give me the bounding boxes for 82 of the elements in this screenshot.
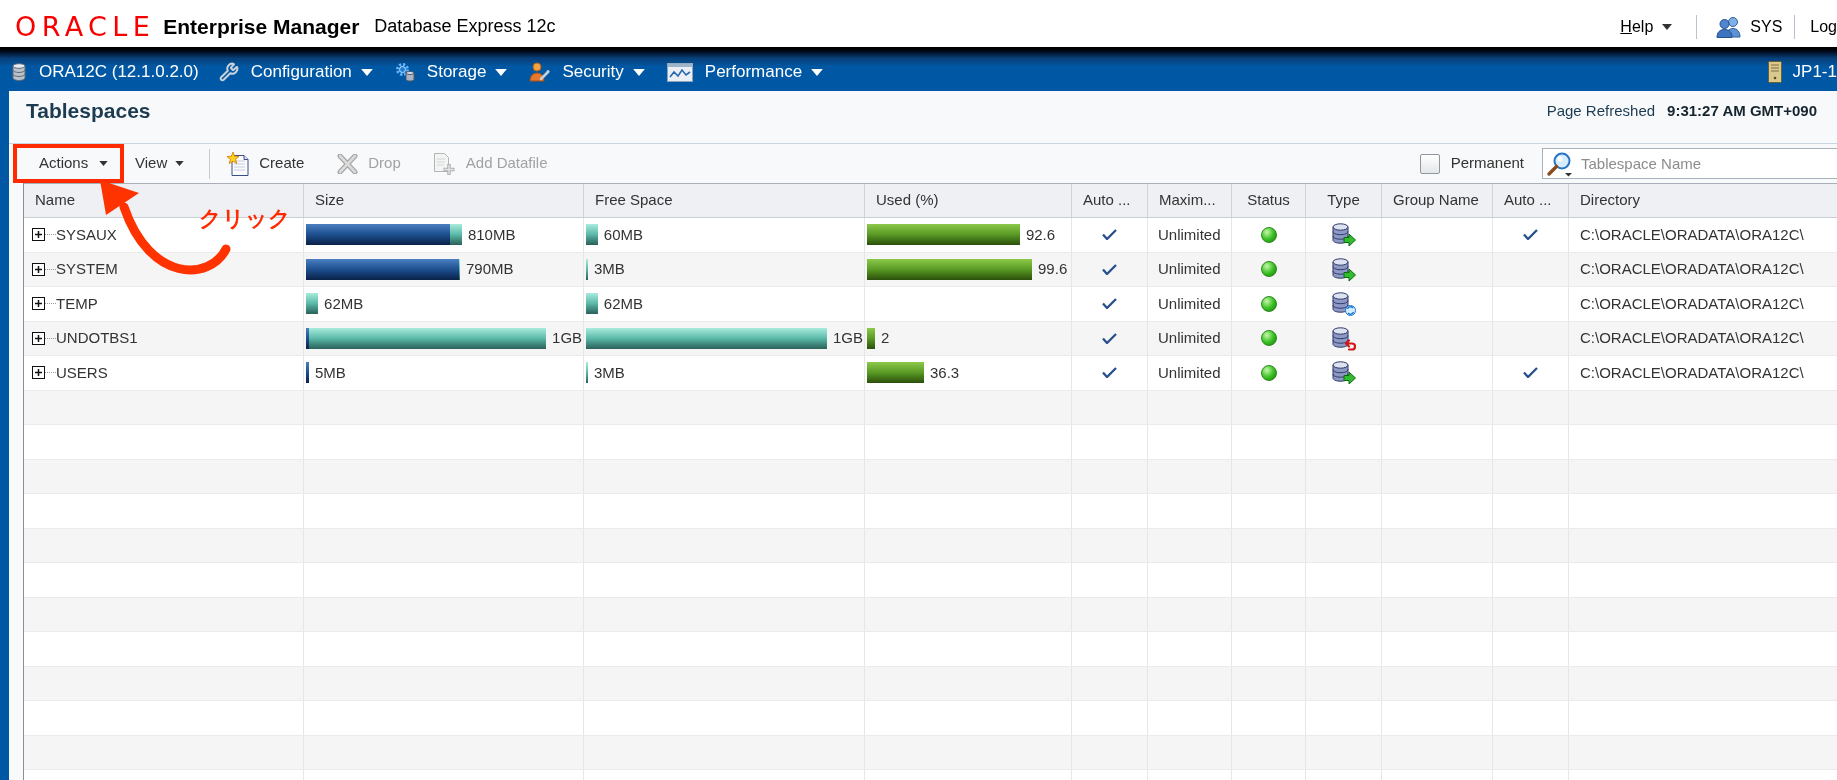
tablespace-name[interactable]: UNDOTBS1 (56, 327, 138, 350)
table-cell: Unlimited (1148, 356, 1232, 390)
expand-icon[interactable] (32, 228, 56, 242)
free-space-value: 3MB (593, 259, 625, 279)
column-header[interactable]: Auto ... (1493, 184, 1569, 217)
search-icon (1546, 151, 1574, 177)
caret-icon (99, 161, 109, 166)
table-cell: Unlimited (1148, 287, 1232, 321)
table-cell: Unlimited (1148, 218, 1232, 252)
page-title: Tablespaces (26, 98, 151, 125)
table-cell: Unlimited (1148, 321, 1232, 355)
caret-icon (811, 68, 824, 76)
toolbar-button[interactable]: Create (226, 151, 305, 176)
refresh-time: 9:31:27 AM GMT+090 (1667, 100, 1817, 121)
column-header[interactable]: Maxim... (1148, 184, 1232, 217)
used-percent-value: 92.6 (1025, 224, 1056, 245)
product-name: Enterprise Manager (163, 13, 360, 40)
chart-window-icon (666, 62, 693, 82)
expand-icon[interactable] (32, 366, 56, 380)
used-percent-value: 99.6 (1038, 259, 1068, 279)
column-header[interactable]: Type (1306, 184, 1382, 217)
person-wrench-icon (529, 62, 551, 82)
product-edition: Database Express 12c (374, 15, 556, 38)
logout-link[interactable]: Log (1810, 14, 1837, 39)
used-percent-value: 36.3 (929, 362, 960, 383)
help-menu-button[interactable]: Help (1620, 14, 1673, 39)
menu-button[interactable]: Storage (394, 59, 508, 85)
menu-button[interactable]: Performance (666, 59, 824, 85)
table-cell-text: C:\ORACLE\ORADATA\ORA12C\ (1579, 293, 1805, 314)
wrench-icon (218, 62, 239, 82)
actions-menu-button[interactable]: Actions (17, 148, 120, 179)
view-menu-button[interactable]: View (128, 152, 192, 175)
free-space-value: 3MB (593, 362, 625, 383)
document-plus-icon (431, 151, 456, 176)
size-value: 62MB (324, 293, 364, 314)
expand-icon[interactable] (32, 297, 56, 311)
caret-icon (1662, 23, 1673, 30)
tablespace-name[interactable]: USERS (56, 361, 108, 384)
users-icon (1716, 15, 1743, 38)
free-space-value: 60MB (603, 224, 644, 245)
database-icon (12, 63, 26, 81)
column-header[interactable]: Used (%) (865, 184, 1072, 217)
refresh-label: Page Refreshed (1546, 100, 1656, 121)
size-value: 790MB (466, 259, 514, 279)
free-space-value: 1GB (832, 328, 863, 348)
tablespace-name[interactable]: SYSAUX (56, 223, 117, 246)
column-header[interactable]: Size (304, 184, 584, 217)
cross-icon (337, 153, 359, 174)
caret-icon (175, 161, 185, 166)
gear-database-icon (394, 62, 415, 82)
table-cell-text: C:\ORACLE\ORADATA\ORA12C\ (1579, 362, 1805, 383)
table-cell-text: C:\ORACLE\ORADATA\ORA12C\ (1579, 328, 1805, 348)
caret-icon (360, 68, 373, 76)
caret-icon (632, 68, 645, 76)
permanent-checkbox[interactable] (1419, 153, 1440, 174)
database-link[interactable]: ORA12C (12.1.0.2.0) (12, 59, 199, 85)
expand-icon[interactable] (32, 262, 56, 276)
user-name[interactable]: SYS (1750, 14, 1783, 39)
tablespace-name[interactable]: TEMP (56, 292, 98, 315)
column-header[interactable]: Status (1232, 184, 1306, 217)
column-header[interactable]: Directory (1569, 184, 1837, 217)
caret-icon (495, 68, 508, 76)
used-percent-value: 2 (881, 328, 890, 348)
checkbox-label: Permanent (1450, 153, 1524, 174)
size-value: 5MB (315, 362, 346, 383)
menu-button[interactable]: Configuration (218, 59, 373, 85)
menu-button[interactable]: Security (529, 59, 645, 85)
oracle-logo: ORACLE (15, 13, 156, 40)
size-value: 810MB (467, 224, 516, 245)
tablespace-name[interactable]: SYSTEM (56, 258, 118, 281)
host-name: JP1-1 (1792, 61, 1837, 84)
table-cell: Unlimited (1148, 252, 1232, 286)
table-cell-text: C:\ORACLE\ORADATA\ORA12C\ (1579, 224, 1805, 245)
column-header[interactable]: Free Space (584, 184, 865, 217)
column-header[interactable]: Auto ... (1072, 184, 1148, 217)
expand-icon[interactable] (32, 331, 56, 345)
column-header[interactable]: Group Name (1382, 184, 1493, 217)
search-field[interactable]: Tablespace Name (1542, 148, 1837, 179)
table-cell-text: C:\ORACLE\ORADATA\ORA12C\ (1579, 259, 1805, 279)
size-value: 1GB (552, 328, 583, 348)
server-icon (1767, 61, 1782, 83)
free-space-value: 62MB (603, 293, 644, 314)
